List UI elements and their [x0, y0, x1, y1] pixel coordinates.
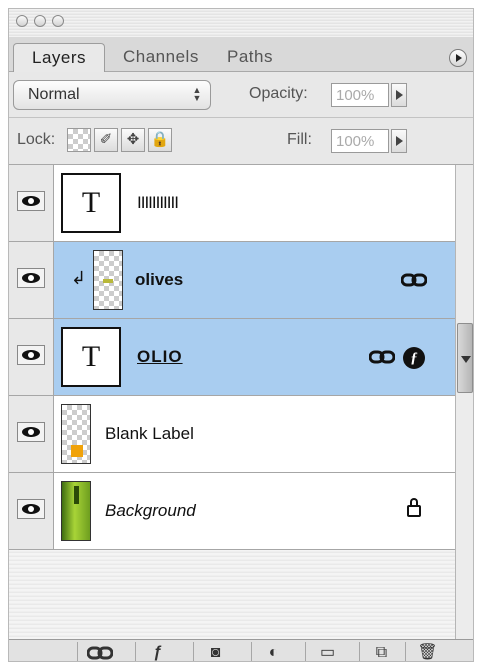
layer-name[interactable]: OLIO	[137, 347, 183, 367]
title-bar	[9, 9, 473, 38]
close-button[interactable]	[16, 15, 28, 27]
visibility-column	[9, 242, 54, 318]
tab-paths[interactable]: Paths	[217, 43, 283, 71]
layer-name[interactable]: IIIIIIIIIII	[137, 193, 179, 213]
text-layer-thumbnail: T	[61, 173, 121, 233]
visibility-column	[9, 396, 54, 472]
vertical-scrollbar[interactable]	[455, 165, 473, 641]
layer-name[interactable]: olives	[135, 270, 183, 290]
lock-paint-button[interactable]: ✐	[94, 128, 118, 152]
scrollbar-thumb[interactable]	[457, 323, 473, 393]
layers-panel: Layers Channels Paths Normal ▲ ▼ Opacity:…	[8, 8, 474, 662]
add-style-button[interactable]: ƒ	[135, 642, 179, 661]
layer-name[interactable]: Background	[105, 501, 196, 521]
trash-icon[interactable]: 🗑	[405, 642, 449, 661]
link-icon[interactable]	[401, 272, 427, 288]
eye-icon[interactable]	[17, 191, 45, 211]
new-group-button[interactable]: ▭	[305, 642, 349, 661]
visibility-column	[9, 473, 54, 549]
lock-icon	[407, 498, 421, 517]
lock-fill-row: Lock: ✐ ✥ 🔒 Fill: 100%	[9, 118, 473, 165]
link-icon[interactable]	[369, 349, 395, 365]
tab-layers[interactable]: Layers	[13, 43, 106, 73]
label-mark	[71, 445, 83, 457]
fill-slider-button[interactable]	[391, 129, 407, 153]
layer-row[interactable]: T OLIO ƒ	[9, 319, 455, 396]
new-layer-button[interactable]: ⧉	[359, 642, 403, 661]
layer-row[interactable]: Background	[9, 473, 455, 550]
eye-icon[interactable]	[17, 422, 45, 442]
blend-mode-value: Normal	[28, 86, 80, 103]
bottle-neck	[74, 486, 79, 504]
olive-mark	[103, 279, 113, 283]
layer-thumbnail	[61, 404, 91, 464]
opacity-input[interactable]: 100%	[331, 83, 389, 107]
layer-thumbnail	[93, 250, 123, 310]
add-mask-button[interactable]: ◙	[193, 642, 237, 661]
eye-icon[interactable]	[17, 268, 45, 288]
lock-transparent-button[interactable]	[67, 128, 91, 152]
lock-all-button[interactable]: 🔒	[148, 128, 172, 152]
layer-name[interactable]: Blank Label	[105, 424, 194, 444]
new-adjustment-button[interactable]: ◐	[251, 642, 295, 661]
clipping-arrow-icon: ↲	[71, 268, 87, 288]
blend-opacity-row: Normal ▲ ▼ Opacity: 100%	[9, 72, 473, 118]
lock-label: Lock:	[17, 131, 56, 148]
link-icon	[86, 646, 113, 660]
tab-channels[interactable]: Channels	[113, 43, 209, 71]
lock-position-button[interactable]: ✥	[121, 128, 145, 152]
layers-list: T IIIIIIIIIII ↲ olives T OLIO ƒ Blank La…	[9, 165, 473, 641]
text-layer-thumbnail: T	[61, 327, 121, 387]
visibility-column	[9, 165, 54, 241]
bottom-toolbar: ƒ ◙ ◐ ▭ ⧉ 🗑	[9, 639, 473, 661]
blend-mode-select[interactable]: Normal ▲ ▼	[13, 80, 211, 110]
minimize-button[interactable]	[34, 15, 46, 27]
layer-row[interactable]: T IIIIIIIIIII	[9, 165, 455, 242]
bottle-thumbnail	[61, 481, 91, 541]
stepper-icon: ▲ ▼	[192, 85, 202, 103]
eye-icon[interactable]	[17, 499, 45, 519]
fx-icon[interactable]: ƒ	[403, 347, 425, 369]
zoom-button[interactable]	[52, 15, 64, 27]
layer-row[interactable]: Blank Label	[9, 396, 455, 473]
panel-menu-button[interactable]	[449, 49, 467, 67]
opacity-slider-button[interactable]	[391, 83, 407, 107]
fill-input[interactable]: 100%	[331, 129, 389, 153]
tab-bar: Layers Channels Paths	[9, 37, 473, 73]
eye-icon[interactable]	[17, 345, 45, 365]
visibility-column	[9, 319, 54, 395]
layer-row[interactable]: ↲ olives	[9, 242, 455, 319]
opacity-label: Opacity:	[249, 85, 308, 102]
fill-label: Fill:	[287, 131, 312, 148]
link-layers-button[interactable]	[77, 642, 121, 661]
